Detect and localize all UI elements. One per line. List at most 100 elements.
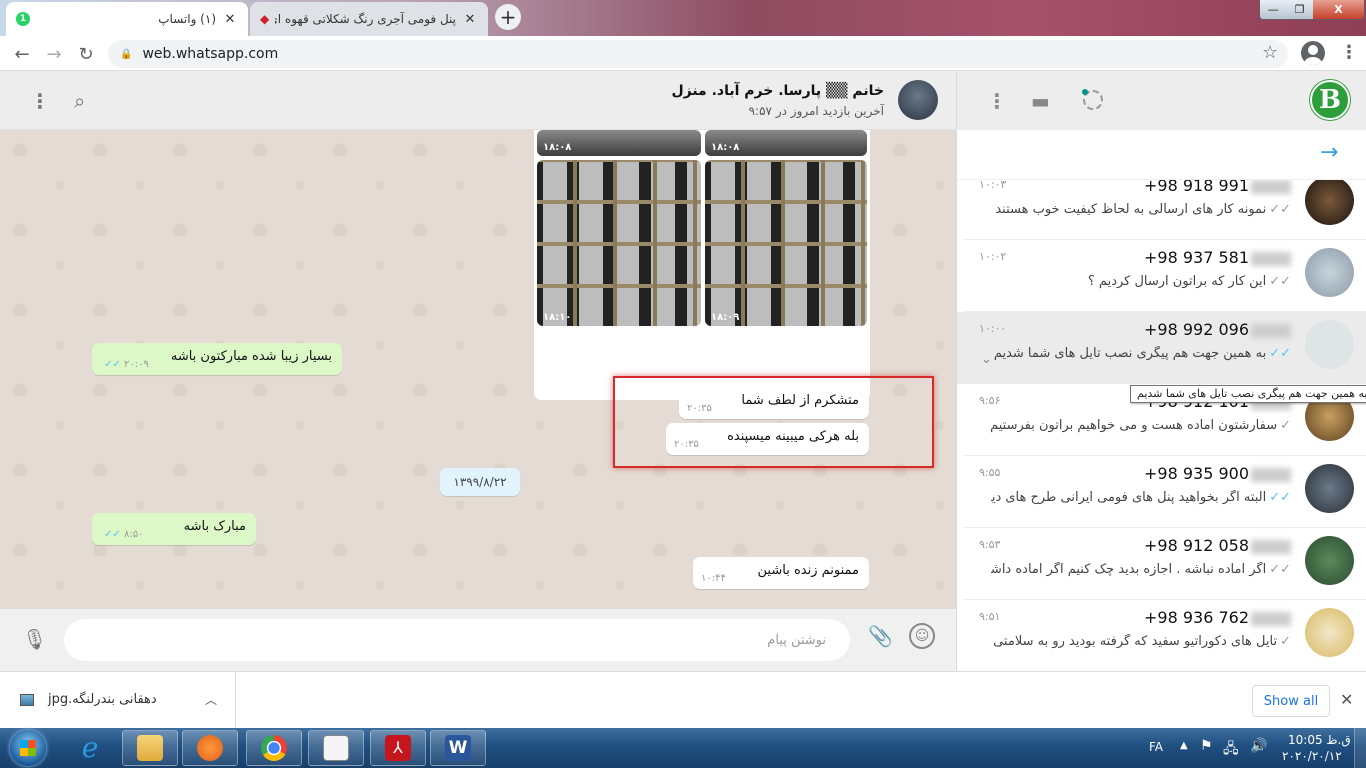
my-profile-avatar[interactable]: B [1310,80,1350,120]
last-message-preview: ✓✓این کار که براتون ارسال کردیم ؟ [1087,274,1291,289]
clock-date[interactable]: ۲۰۲۰/۲۰/۱۲ [1282,749,1342,763]
word-icon[interactable]: W [430,730,486,766]
back-arrow-icon[interactable]: → [1320,140,1338,165]
chat-list-item[interactable]: +98 937 581 ۱۰:۰۲ ✓✓این کار که براتون ار… [957,240,1366,312]
search-bar: → [957,130,1366,180]
browser-menu-icon[interactable]: ⋮ [1340,42,1358,63]
chevron-up-icon[interactable]: ︿ [205,691,217,708]
message-composer: 🎙 📎 ☺ [0,609,956,671]
status-icon[interactable] [1082,89,1103,110]
address-bar[interactable]: 🔒 web.whatsapp.com [108,40,1288,68]
file-explorer-icon[interactable] [122,730,178,766]
site-favicon-icon: ◆ [260,12,270,26]
reload-button[interactable]: ↻ [74,42,98,66]
chat-list-item[interactable]: +98 918 991 ۱۰:۰۳ ✓✓نمونه کار های ارسالی… [957,180,1366,240]
image-time: ۱۸:۰۸ [711,142,740,153]
close-tab-icon[interactable]: ✕ [222,12,238,27]
image-thumbnail[interactable]: ۱۸:۰۹ [705,160,867,326]
contact-avatar [1305,464,1354,513]
image-album-message: ۱۸:۰۸ ۱۸:۰۸ ۱۸:۱۰ ۱۸:۰۹ [534,130,870,400]
chat-list-item[interactable]: +98 912 058 ۹:۵۳ ✓✓اگر آماده نباشه . اجا… [957,528,1366,600]
outgoing-message[interactable]: متشکرم از لطف شما ۲۰:۳۵ [679,387,869,419]
search-icon[interactable]: ⌕ [74,89,85,113]
tab-whatsapp[interactable]: ✕ (۱) واتساپ 1 [6,2,248,36]
chat-time: ۹:۵۳ [979,538,1001,551]
last-message-preview: ✓✓نمونه کار های ارسالی به لحاظ کیفیت خوب… [991,202,1291,217]
last-message-preview: ✓✓به همین جهت هم پیگری نصب تایل های شما … [993,346,1291,361]
action-center-flag-icon[interactable]: ⚑ [1200,738,1213,754]
chat-time: ۱۰:۰۳ [979,180,1007,191]
bookmark-star-icon[interactable]: ☆ [1262,42,1278,63]
image-thumbnail[interactable]: ۱۸:۰۸ [537,130,701,156]
contact-name[interactable]: خانم ▒▒ پارسا. خرم آباد. منزل [671,83,884,99]
show-desktop-button[interactable] [1354,728,1366,768]
chat-list-item[interactable]: +98 992 096 ۱۰:۰۰ ⌄ ✓✓به همین جهت هم پیگ… [957,312,1366,384]
chat-list-item[interactable]: +98 935 900 ۹:۵۵ ✓✓البته اگر بخواهید پنل… [957,456,1366,528]
new-tab-button[interactable]: + [495,4,521,30]
outgoing-message[interactable]: بله هرکی میبینه میسپنده ۲۰:۳۵ [666,423,869,455]
whatsapp-badge-icon: 1 [16,12,30,26]
tab-product-page[interactable]: ✕ پنل فومی آجری رنگ شکلاتی قهوه ای - فرو… [250,2,488,36]
emoji-icon[interactable]: ☺ [909,623,935,649]
sent-tick-icon: ✓ [1280,634,1291,649]
language-indicator[interactable]: FA [1149,740,1163,754]
new-chat-icon[interactable]: ▬ [1031,89,1050,113]
contact-phone: +98 936 762 [1144,608,1291,627]
back-button[interactable]: ← [10,42,34,66]
maximize-button[interactable]: ❐ [1286,0,1313,19]
tab-label: (۱) واتساپ [158,12,216,26]
internet-explorer-icon[interactable]: e [62,730,118,766]
profile-avatar-icon[interactable] [1301,41,1325,65]
read-ticks-icon: ✓✓ [1269,346,1291,361]
outgoing-message[interactable]: ممنونم زنده باشین ۱۰:۴۴ [693,557,869,589]
microphone-icon[interactable]: 🎙 [22,627,47,651]
chat-list-item[interactable]: +98 936 762 ۹:۵۱ ✓تایل های دکوراتیو سفید… [957,600,1366,671]
window-controls: — ❐ X [1259,0,1365,20]
incoming-message[interactable]: بسیار زیبا شده مبارکتون باشه ✓✓ ۲۰:۰۹ [92,343,342,375]
network-icon[interactable]: 🖧 [1223,738,1239,762]
chat-time: ۹:۵۱ [979,610,1001,623]
contact-avatar[interactable] [898,80,938,120]
forward-button[interactable]: → [42,42,66,66]
clock-time[interactable]: ق.ظ 10:05 [1288,733,1351,747]
last-message-preview: ✓سفارشتون آماده هست و می خواهیم براتون ب… [991,418,1291,433]
attach-paperclip-icon[interactable]: 📎 [868,624,893,648]
minimize-button[interactable]: — [1260,0,1287,19]
incoming-message[interactable]: مبارک باشه ✓✓ ۸:۵۰ [92,513,256,545]
chrome-icon[interactable] [246,730,302,766]
default-avatar-icon [1305,320,1354,369]
delivered-ticks-icon: ✓✓ [1269,274,1291,289]
image-thumbnail[interactable]: ۱۸:۱۰ [537,160,701,326]
read-ticks-icon: ✓✓ [104,359,121,370]
close-tab-icon[interactable]: ✕ [462,12,478,27]
conversation-menu-icon[interactable]: ⋮ [30,89,50,113]
media-player-icon[interactable] [182,730,238,766]
close-downloads-icon[interactable]: ✕ [1340,690,1353,709]
message-list[interactable]: ۱۸:۰۸ ۱۸:۰۸ ۱۸:۱۰ ۱۸:۰۹ بسیار زیبا شده م… [0,130,956,609]
image-file-icon [20,694,34,706]
contact-avatar [1305,536,1354,585]
url-text: web.whatsapp.com [142,46,279,62]
message-input[interactable] [64,619,850,661]
show-all-downloads-button[interactable]: Show all [1252,685,1330,717]
delivered-ticks-icon: ✓✓ [1269,562,1291,577]
chat-time: ۹:۵۶ [979,394,1001,407]
chat-time: ۹:۵۵ [979,466,1001,479]
close-window-button[interactable]: X [1312,0,1364,19]
contact-phone: +98 935 900 [1144,464,1291,483]
start-button[interactable] [10,730,46,766]
message-text: متشکرم از لطف شما [741,393,859,408]
date-separator: ۱۳۹۹/۸/۲۲ [440,468,520,496]
volume-icon[interactable]: 🔊 [1250,738,1267,754]
image-thumbnail[interactable]: ۱۸:۰۸ [705,130,867,156]
download-item[interactable]: دهقانی بندرلنگه.jpg ︿ [0,672,236,729]
sent-tick-icon: ✓ [1280,418,1291,433]
application-window-icon[interactable] [308,730,364,766]
message-time: ۲۰:۳۵ [674,439,699,450]
contact-avatar [1305,608,1354,657]
sidebar-menu-icon[interactable]: ⋮ [987,89,1007,113]
show-hidden-icons[interactable]: ▲ [1180,740,1188,751]
read-ticks-icon: ✓✓ [104,529,121,540]
conversation-header: ⋮ ⌕ خانم ▒▒ پارسا. خرم آباد. منزل آخرین … [0,71,956,130]
acrobat-reader-icon[interactable]: ⅄ [370,730,426,766]
